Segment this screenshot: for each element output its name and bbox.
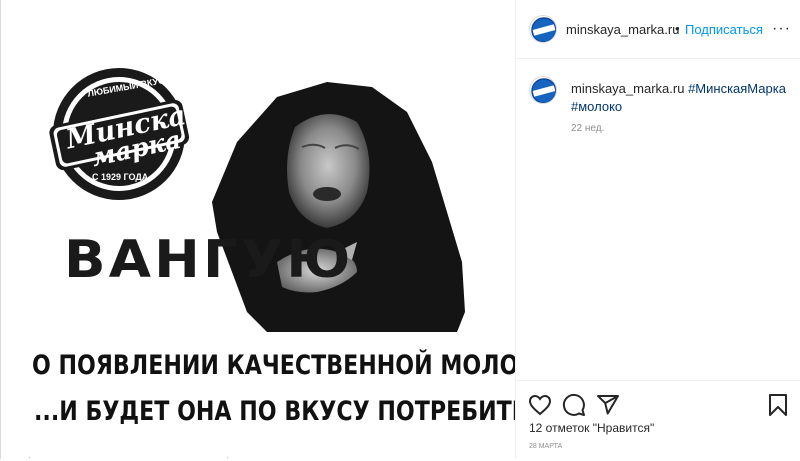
bookmark-icon[interactable] xyxy=(766,393,790,417)
post-image: ЛЮБИМЫЙ ВКУС Минская марка С 1929 ГОДА В… xyxy=(2,0,515,459)
separator-dot: • xyxy=(675,21,680,36)
caption-line-2: ...И БУДЕТ ОНА ПО ВКУСУ ПОТРЕБИТЕЛЮ xyxy=(34,396,515,427)
brand-avatar-icon xyxy=(531,78,556,103)
avatar[interactable] xyxy=(529,15,557,43)
hashtag-link[interactable]: #МинскаяМарка xyxy=(688,81,786,96)
share-icon[interactable] xyxy=(596,393,620,417)
action-bar: 12 отметок "Нравится" 28 МАРТА xyxy=(516,380,800,461)
caption-line-1: О ПОЯВЛЕНИИ КАЧЕСТВЕННОЙ МОЛОЧКИ. xyxy=(32,350,515,381)
comment-time[interactable]: 22 нед. xyxy=(571,123,604,134)
post-modal: ЛЮБИМЫЙ ВКУС Минская марка С 1929 ГОДА В… xyxy=(0,0,800,459)
follow-button[interactable]: Подписаться xyxy=(685,22,763,37)
post-header: minskaya_marka.ru • Подписаться ··· xyxy=(516,0,800,59)
post-caption: minskaya_marka.ru #МинскаяМарка #молоко xyxy=(571,80,786,116)
brand-avatar-icon xyxy=(531,17,556,42)
likes-count[interactable]: 12 отметок "Нравится" xyxy=(529,421,654,435)
logo-top-text: ЛЮБИМЫЙ ВКУС xyxy=(86,75,166,99)
more-options-icon[interactable]: ··· xyxy=(772,20,791,38)
hashtag-link[interactable]: #молоко xyxy=(571,99,622,114)
comment-icon[interactable] xyxy=(562,393,586,417)
logo-bottom-text: С 1929 ГОДА xyxy=(92,172,149,182)
post-sidebar: minskaya_marka.ru • Подписаться ··· mins… xyxy=(515,0,800,459)
hooded-figure-image xyxy=(212,82,465,332)
heart-icon[interactable] xyxy=(528,393,552,417)
comment-avatar[interactable] xyxy=(529,76,557,104)
logo-text-layer: ЛЮБИМЫЙ ВКУС Минская марка С 1929 ГОДА xyxy=(49,64,209,204)
header-username[interactable]: minskaya_marka.ru xyxy=(566,22,679,37)
caption-username[interactable]: minskaya_marka.ru xyxy=(571,81,684,96)
headline-text: ВАНГУЮ xyxy=(64,230,354,290)
post-date: 28 МАРТА xyxy=(529,443,563,450)
